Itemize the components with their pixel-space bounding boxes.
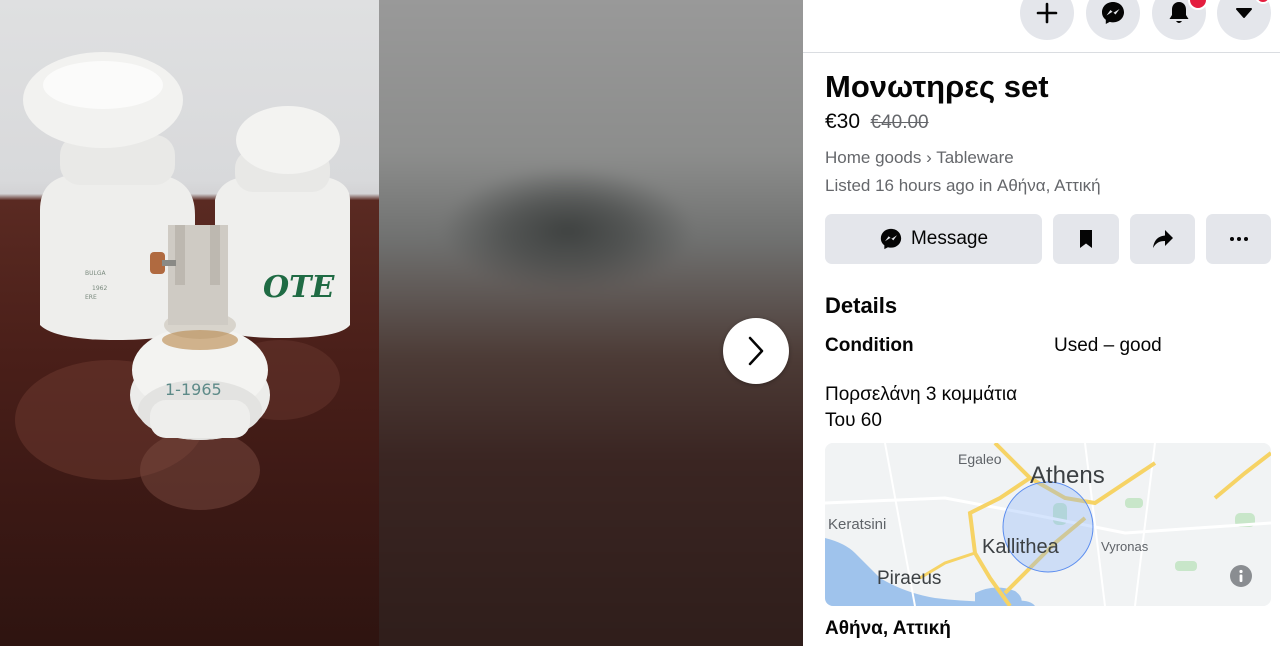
next-photo-button[interactable]: [723, 318, 789, 384]
info-icon: [1239, 569, 1243, 582]
messenger-icon: [880, 228, 902, 250]
account-menu-button[interactable]: [1217, 0, 1271, 40]
listing-description: Πορσελάνη 3 κομμάτια Του 60: [825, 382, 1017, 434]
share-button[interactable]: [1130, 214, 1195, 264]
more-dots-icon: [1229, 237, 1248, 241]
share-arrow-icon: [1152, 230, 1173, 248]
marketplace-listing-view: BULGA 1962 ERE OTE 1-1965 Μονωτηρες set …: [0, 0, 1280, 646]
breadcrumb-separator: ›: [926, 148, 932, 167]
svg-text:ERE: ERE: [85, 294, 97, 301]
more-options-button[interactable]: [1206, 214, 1271, 264]
map-label-kallithea: Kallithea: [982, 536, 1059, 558]
breadcrumb: Home goods › Tableware: [825, 148, 1014, 168]
messenger-button[interactable]: [1086, 0, 1140, 40]
location-map[interactable]: Egaleo Athens Keratsini Kallithea Vyrona…: [825, 443, 1271, 606]
top-navigation: [803, 0, 1280, 53]
messenger-icon: [1102, 2, 1124, 24]
insulators-illustration: BULGA 1962 ERE OTE 1-1965: [15, 52, 350, 510]
year-mark-text: 1-1965: [165, 380, 222, 399]
breadcrumb-subcategory[interactable]: Tableware: [936, 148, 1014, 167]
map-label-egaleo: Egaleo: [958, 451, 1002, 467]
map-label-vyronas: Vyronas: [1101, 539, 1149, 554]
listing-photo[interactable]: BULGA 1962 ERE OTE 1-1965: [0, 0, 379, 646]
condition-value: Used – good: [1054, 335, 1162, 356]
bookmark-icon: [1080, 230, 1092, 248]
ote-brand-text: OTE: [263, 270, 335, 305]
chevron-right-icon: [748, 336, 764, 366]
create-button[interactable]: [1020, 0, 1074, 40]
condition-label: Condition: [825, 335, 914, 356]
caret-down-icon: [1236, 8, 1252, 18]
map-label-piraeus: Piraeus: [877, 568, 942, 589]
description-line: Του 60: [825, 410, 882, 431]
description-line: Πορσελάνη 3 κομμάτια: [825, 384, 1018, 405]
svg-text:BULGA: BULGA: [85, 270, 107, 277]
save-button[interactable]: [1053, 214, 1119, 264]
listing-details-panel: Μονωτηρες set €30 €40.00 Home goods › Ta…: [803, 0, 1280, 646]
listed-time-location: Listed 16 hours ago in Αθήνα, Αττική: [825, 176, 1101, 195]
map-info-button[interactable]: [1230, 565, 1252, 587]
map-label-keratsini: Keratsini: [828, 516, 887, 533]
svg-text:1962: 1962: [92, 285, 107, 292]
message-button-label: Message: [910, 228, 989, 249]
location-text: Αθήνα, Αττική: [825, 618, 951, 639]
message-button[interactable]: Message: [825, 214, 1042, 264]
breadcrumb-category[interactable]: Home goods: [825, 148, 921, 167]
details-heading: Details: [825, 293, 898, 318]
listing-title: Μονωτηρες set: [825, 69, 1049, 104]
bell-icon: [1169, 2, 1189, 23]
plus-icon: [1036, 2, 1058, 24]
original-price: €40.00: [870, 112, 929, 133]
photo-viewer: BULGA 1962 ERE OTE 1-1965: [0, 0, 803, 646]
map-label-athens: Athens: [1030, 462, 1105, 489]
price-row: €30 €40.00: [825, 110, 929, 134]
price: €30: [825, 110, 861, 133]
